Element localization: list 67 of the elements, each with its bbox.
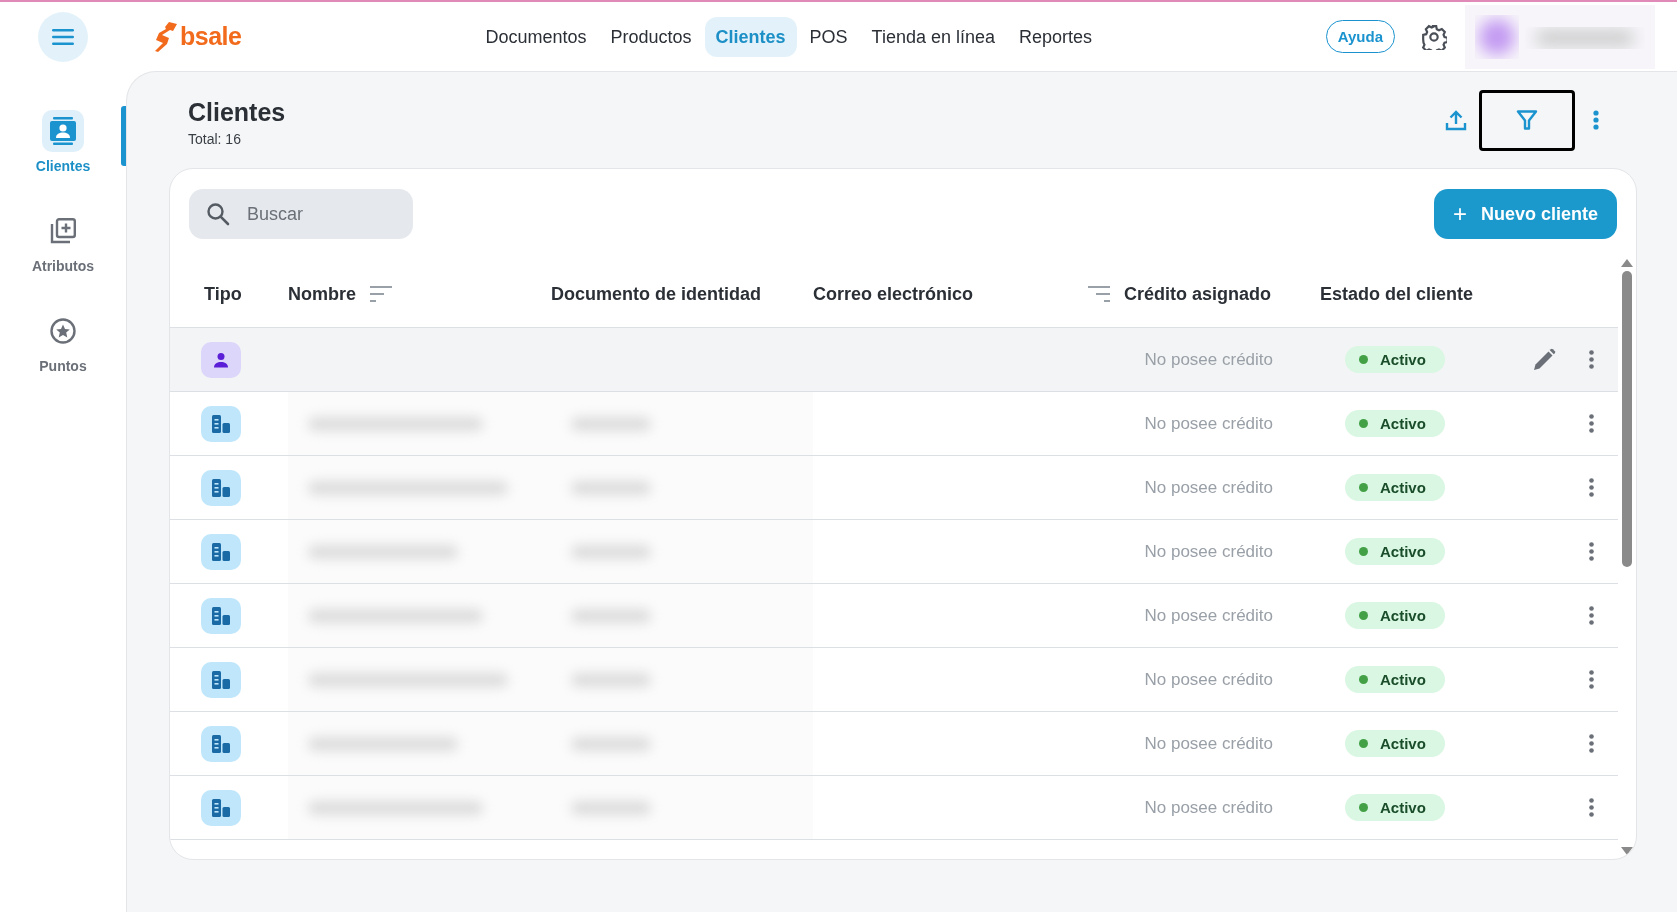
column-header: Crédito asignado — [1124, 283, 1271, 305]
settings-icon[interactable] — [1421, 23, 1447, 50]
edit-icon[interactable] — [1532, 347, 1556, 372]
sidebar-item[interactable]: Atributos — [0, 210, 126, 274]
upload-icon[interactable] — [1445, 109, 1467, 131]
status-badge: Activo — [1345, 794, 1445, 821]
more-icon[interactable] — [1589, 478, 1594, 497]
nav-tab[interactable]: Tienda en línea — [860, 16, 1007, 57]
sort-icon[interactable] — [1088, 286, 1110, 302]
more-icon[interactable] — [1589, 350, 1594, 369]
sidebar-item[interactable]: Puntos — [0, 310, 126, 374]
credit-text: No posee crédito — [1144, 797, 1273, 818]
building-icon — [201, 405, 241, 442]
search-icon — [206, 202, 230, 226]
more-icon[interactable] — [1589, 414, 1594, 433]
credit-text: No posee crédito — [1144, 605, 1273, 626]
credit-text: No posee crédito — [1144, 413, 1273, 434]
total-count: Total: 16 — [188, 130, 242, 147]
person-icon — [201, 341, 241, 378]
more-icon[interactable] — [1589, 542, 1594, 561]
new-client-button[interactable]: + Nuevo cliente — [1433, 189, 1617, 239]
menu-button[interactable] — [38, 11, 88, 62]
sort-icon[interactable] — [370, 286, 392, 302]
nav-tab[interactable]: Documentos — [474, 16, 598, 57]
more-icon[interactable] — [1589, 606, 1594, 625]
more-icon[interactable] — [1589, 670, 1594, 689]
active-indicator — [121, 106, 126, 166]
sidebar-item[interactable]: Clientes — [0, 110, 126, 174]
building-icon — [201, 469, 241, 506]
column-header: Nombre — [288, 283, 356, 305]
building-icon — [201, 661, 241, 698]
credit-text: No posee crédito — [1144, 733, 1273, 754]
credit-text: No posee crédito — [1144, 541, 1273, 562]
status-badge: Activo — [1345, 474, 1445, 501]
scrollbar[interactable] — [1621, 259, 1633, 855]
credit-text: No posee crédito — [1144, 349, 1273, 370]
more-icon[interactable] — [1589, 734, 1594, 753]
status-badge: Activo — [1345, 602, 1445, 629]
column-header: Correo electrónico — [813, 283, 974, 305]
nav-tab[interactable]: Clientes — [704, 16, 797, 57]
contact-card-icon — [42, 110, 84, 152]
column-header: Tipo — [204, 283, 242, 305]
credit-text: No posee crédito — [1144, 669, 1273, 690]
building-icon — [201, 789, 241, 826]
column-header: Estado del cliente — [1320, 283, 1474, 305]
nav-tab[interactable]: Reportes — [1008, 16, 1104, 57]
building-icon — [201, 597, 241, 634]
building-icon — [201, 533, 241, 570]
column-header: Documento de identidad — [551, 283, 761, 305]
help-button[interactable]: Ayuda — [1325, 20, 1395, 53]
more-icon[interactable] — [1589, 798, 1594, 817]
nav-tab[interactable]: Productos — [599, 16, 703, 57]
status-badge: Activo — [1345, 730, 1445, 757]
status-badge: Activo — [1345, 410, 1445, 437]
filter-button[interactable] — [1479, 89, 1575, 151]
credit-text: No posee crédito — [1144, 477, 1273, 498]
search-field[interactable]: Buscar — [189, 189, 413, 239]
page-title: Clientes — [188, 97, 286, 127]
filter-icon — [1516, 109, 1538, 131]
status-badge: Activo — [1345, 666, 1445, 693]
status-badge: Activo — [1345, 538, 1445, 565]
nav-tab[interactable]: POS — [798, 16, 859, 57]
menu-icon — [52, 28, 74, 45]
status-badge: Activo — [1345, 346, 1445, 373]
bsale-logo: bsale — [155, 21, 242, 52]
building-icon — [201, 725, 241, 762]
more-icon[interactable] — [1593, 110, 1599, 130]
